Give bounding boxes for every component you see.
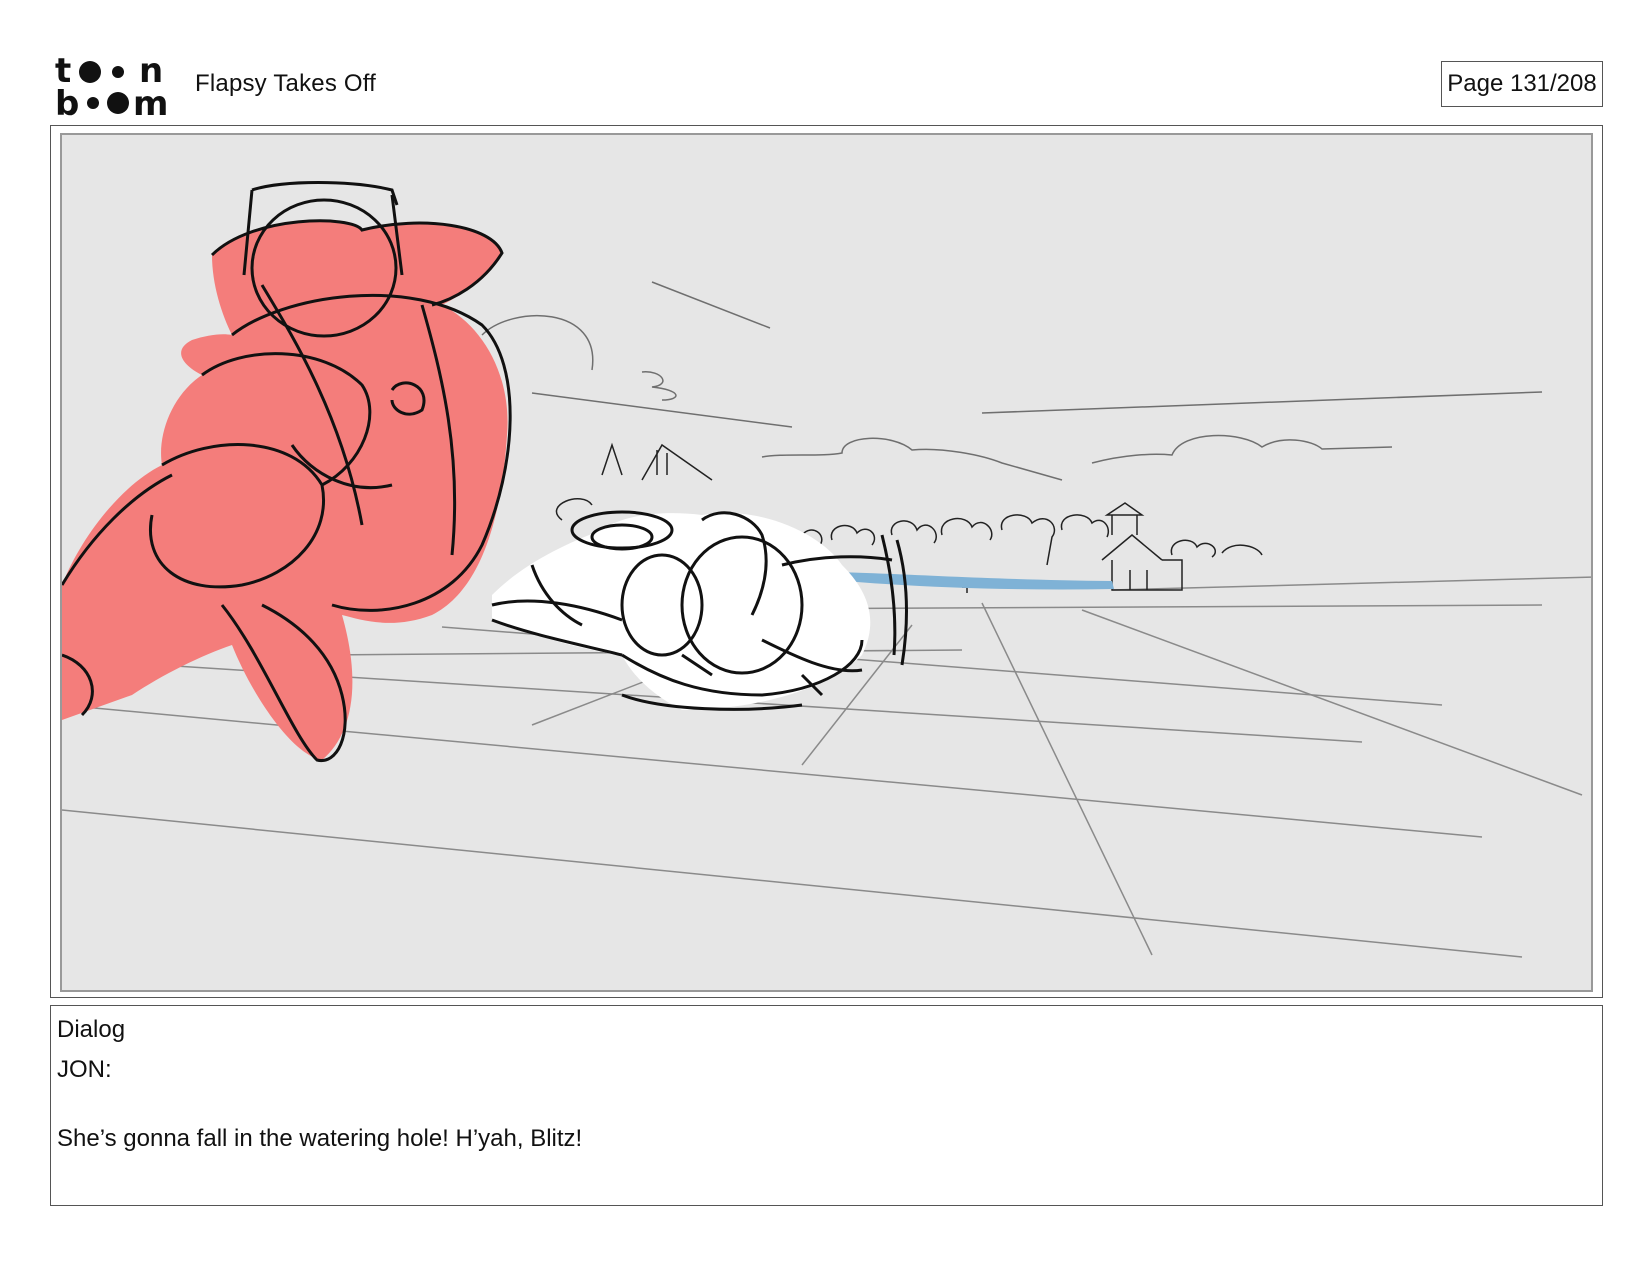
page-indicator: Page 131/208 xyxy=(1441,61,1603,107)
dialog-panel: Dialog JON: She’s gonna fall in the wate… xyxy=(50,1005,1603,1206)
jon-character-sketch xyxy=(62,181,512,762)
sky-sketch xyxy=(481,281,1543,481)
toon-boom-logo: t n b m xyxy=(55,55,168,117)
storyboard-panel-image xyxy=(60,133,1593,992)
watering-hole xyxy=(832,572,1114,590)
dialog-line: She’s gonna fall in the watering hole! H… xyxy=(57,1125,583,1152)
project-title: Flapsy Takes Off xyxy=(195,70,377,97)
svg-text:b: b xyxy=(55,84,79,117)
dialog-speaker: JON: xyxy=(57,1056,112,1083)
page-header: t n b m Flapsy Takes Off Page 131/208 xyxy=(0,0,1650,120)
svg-text:m: m xyxy=(133,84,168,117)
blitz-character-sketch xyxy=(491,510,909,711)
sketch-drawing xyxy=(62,181,1591,958)
dialog-heading: Dialog xyxy=(57,1016,126,1043)
